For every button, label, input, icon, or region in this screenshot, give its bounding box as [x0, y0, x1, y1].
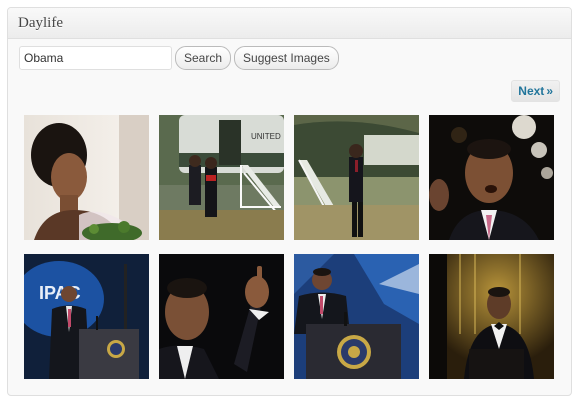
- image-thumbnail[interactable]: [429, 115, 554, 240]
- image-aircraft-stairs: UNITED: [159, 115, 284, 240]
- image-pointing-gesture: [159, 254, 284, 379]
- svg-text:UNITED: UNITED: [251, 132, 281, 141]
- image-walking-helicopter: [294, 115, 419, 240]
- image-seal-podium: [294, 254, 419, 379]
- next-label: Next: [518, 84, 545, 98]
- panel-title: Daylife: [18, 14, 63, 31]
- image-thumbnail[interactable]: [429, 254, 554, 379]
- image-thumbnail[interactable]: [294, 115, 419, 240]
- search-button[interactable]: Search: [175, 46, 232, 70]
- image-grid: UNITED IPAC: [24, 115, 554, 379]
- search-row: Search Suggest Images: [19, 46, 339, 70]
- image-aipac-podium: IPAC: [24, 254, 149, 379]
- image-woman-portrait: [24, 115, 149, 240]
- panel-header: Daylife: [8, 8, 571, 39]
- image-thumbnail[interactable]: [294, 254, 419, 379]
- daylife-panel: Daylife Search Suggest Images Next »: [7, 7, 572, 396]
- suggest-images-button[interactable]: Suggest Images: [234, 46, 339, 70]
- image-speaker-closeup: [429, 115, 554, 240]
- image-tuxedo-gold: [429, 254, 554, 379]
- image-thumbnail[interactable]: UNITED: [159, 115, 284, 240]
- search-input[interactable]: [19, 46, 172, 70]
- next-arrow-icon: »: [546, 84, 553, 98]
- image-thumbnail[interactable]: IPAC: [24, 254, 149, 379]
- next-page-button[interactable]: Next »: [511, 80, 560, 102]
- image-thumbnail[interactable]: [24, 115, 149, 240]
- image-thumbnail[interactable]: [159, 254, 284, 379]
